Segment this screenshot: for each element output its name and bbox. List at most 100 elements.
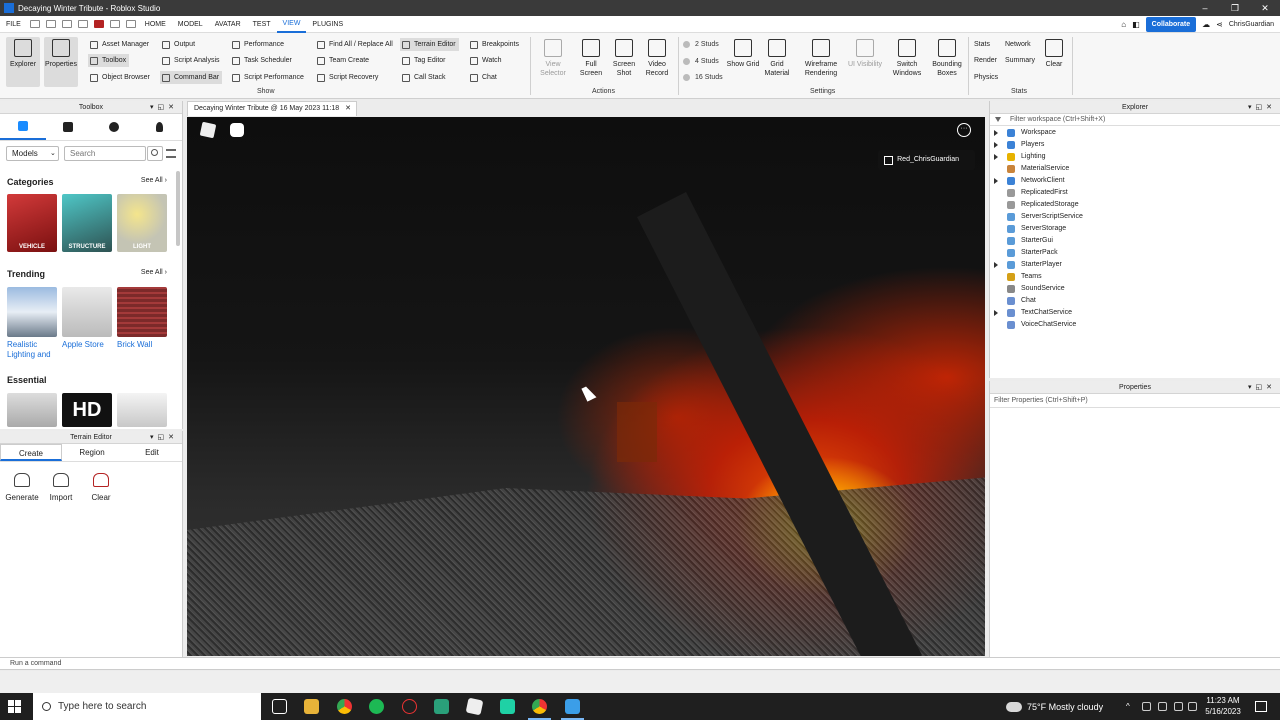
close-tab-icon[interactable]: ✕ — [345, 102, 351, 116]
clear-terrain-button[interactable]: Clear — [81, 473, 121, 502]
categories-see-all[interactable]: See All › — [141, 177, 167, 184]
show-grid-button[interactable]: Show Grid — [726, 37, 760, 87]
output-button[interactable]: Output — [160, 38, 198, 51]
network-icon[interactable] — [1174, 702, 1183, 711]
explorer-item[interactable]: Workspace — [990, 127, 1280, 139]
trending-item-brick-wall[interactable] — [117, 287, 167, 337]
windows-start-icon[interactable] — [8, 700, 21, 713]
explorer-item[interactable]: ReplicatedFirst — [990, 187, 1280, 199]
asset-manager-button[interactable]: Asset Manager — [88, 38, 152, 51]
toolbox-button[interactable]: Toolbox — [88, 54, 130, 67]
tab-avatar[interactable]: AVATAR — [209, 16, 247, 33]
obs-icon[interactable] — [402, 699, 417, 714]
object-browser-button[interactable]: Object Browser — [88, 71, 153, 84]
play-icon[interactable] — [77, 20, 88, 28]
properties-button[interactable]: Properties — [44, 37, 78, 87]
open-icon[interactable] — [45, 20, 56, 28]
essential-item[interactable] — [7, 393, 57, 427]
explorer-item[interactable]: Teams — [990, 271, 1280, 283]
roblox-menu-icon[interactable] — [199, 121, 217, 139]
battery-icon[interactable] — [1158, 702, 1167, 711]
breakpoints-button[interactable]: Breakpoints — [468, 38, 522, 51]
performance-button[interactable]: Performance — [230, 38, 287, 51]
file-explorer-icon[interactable] — [304, 699, 319, 714]
player-badge[interactable]: Red_ChrisGuardian — [878, 150, 975, 170]
app-icon[interactable] — [434, 699, 449, 714]
close-button[interactable]: ✕ — [1250, 0, 1280, 16]
redo-icon[interactable] — [125, 20, 136, 28]
panel-controls[interactable]: ▾◱✕ — [1248, 101, 1276, 114]
expand-arrow-icon[interactable] — [994, 178, 998, 184]
expand-arrow-icon[interactable] — [994, 130, 998, 136]
tab-marketplace[interactable] — [0, 114, 46, 140]
grid-2-studs[interactable]: 2 Studs — [683, 38, 719, 50]
explorer-item[interactable]: Players — [990, 139, 1280, 151]
chrome-icon[interactable] — [337, 699, 352, 714]
expand-arrow-icon[interactable] — [994, 310, 998, 316]
volume-icon[interactable] — [1188, 702, 1197, 711]
task-scheduler-button[interactable]: Task Scheduler — [230, 54, 295, 67]
explorer-button[interactable]: Explorer — [6, 37, 40, 87]
render-stats-button[interactable]: Render — [972, 54, 1000, 67]
panel-controls[interactable]: ▾◱✕ — [150, 101, 178, 114]
trending-name[interactable]: Apple Store — [62, 340, 117, 350]
document-tab[interactable]: Decaying Winter Tribute @ 16 May 2023 11… — [187, 101, 357, 116]
roblox-icon[interactable] — [465, 697, 484, 716]
game-viewport[interactable]: ··· Red_ChrisGuardian — [187, 117, 985, 656]
collaborate-button[interactable]: Collaborate — [1145, 17, 1197, 32]
expand-arrow-icon[interactable] — [994, 142, 998, 148]
tag-editor-button[interactable]: Tag Editor — [400, 54, 449, 67]
trending-item-apple-store[interactable] — [62, 287, 112, 337]
network-stats-button[interactable]: Network — [1003, 38, 1034, 51]
settings-icon[interactable] — [109, 20, 120, 28]
generate-button[interactable]: Generate — [2, 473, 42, 502]
explorer-item[interactable]: NetworkClient — [990, 175, 1280, 187]
chat-icon[interactable] — [230, 123, 244, 137]
tab-edit[interactable]: Edit — [122, 444, 182, 461]
username[interactable]: ChrisGuardian — [1229, 21, 1274, 28]
script-analysis-button[interactable]: Script Analysis — [160, 54, 223, 67]
explorer-item[interactable]: StarterPack — [990, 247, 1280, 259]
explorer-item[interactable]: ReplicatedStorage — [990, 199, 1280, 211]
call-stack-button[interactable]: Call Stack — [400, 71, 449, 84]
explorer-item[interactable]: TextChatService — [990, 307, 1280, 319]
video-record-button[interactable]: Video Record — [640, 37, 674, 87]
trending-item-lighting[interactable] — [7, 287, 57, 337]
clear-stats-button[interactable]: Clear — [1040, 37, 1068, 87]
tab-home[interactable]: HOME — [139, 16, 172, 33]
wireframe-rendering-button[interactable]: Wireframe Rendering — [800, 37, 842, 87]
tab-model[interactable]: MODEL — [172, 16, 209, 33]
expand-arrow-icon[interactable] — [994, 154, 998, 160]
script-recovery-button[interactable]: Script Recovery — [315, 71, 381, 84]
search-button[interactable] — [147, 146, 163, 161]
share-icon[interactable]: ⋖ — [1216, 20, 1223, 29]
notification-icon[interactable]: ◧ — [1132, 20, 1140, 29]
home-icon[interactable]: ⌂ — [1121, 20, 1126, 29]
roblox-studio-icon[interactable] — [561, 699, 584, 720]
chevron-up-icon[interactable]: ^ — [1126, 702, 1135, 711]
tab-creations[interactable] — [137, 114, 183, 140]
undo-icon[interactable] — [61, 20, 72, 28]
weather-widget[interactable]: 75°F Mostly cloudy — [1006, 693, 1103, 720]
ui-visibility-button[interactable]: UI Visibility — [846, 37, 884, 87]
trending-name[interactable]: Brick Wall — [117, 340, 172, 350]
explorer-item[interactable]: StarterGui — [990, 235, 1280, 247]
team-create-button[interactable]: Team Create — [315, 54, 372, 67]
switch-windows-button[interactable]: Switch Windows — [888, 37, 926, 87]
category-vehicle[interactable]: VEHICLE — [7, 194, 57, 252]
tab-view[interactable]: VIEW — [276, 16, 307, 33]
grid-4-studs[interactable]: 4 Studs — [683, 55, 719, 67]
explorer-item[interactable]: Chat — [990, 295, 1280, 307]
stop-icon[interactable] — [93, 20, 104, 28]
properties-filter-input[interactable]: Filter Properties (Ctrl+Shift+P) — [990, 394, 1280, 408]
chat-button[interactable]: Chat — [468, 71, 500, 84]
bounding-boxes-button[interactable]: Bounding Boxes — [930, 37, 964, 87]
search-input[interactable] — [64, 146, 146, 161]
panel-controls[interactable]: ▾◱✕ — [1248, 381, 1276, 394]
toolbox-scrollbar[interactable] — [176, 171, 180, 246]
stats-button[interactable]: Stats — [972, 38, 993, 51]
task-view-icon[interactable] — [272, 699, 287, 714]
filter-icon[interactable] — [166, 149, 176, 158]
headset-icon[interactable] — [1142, 702, 1151, 711]
physics-stats-button[interactable]: Physics — [972, 71, 1001, 84]
